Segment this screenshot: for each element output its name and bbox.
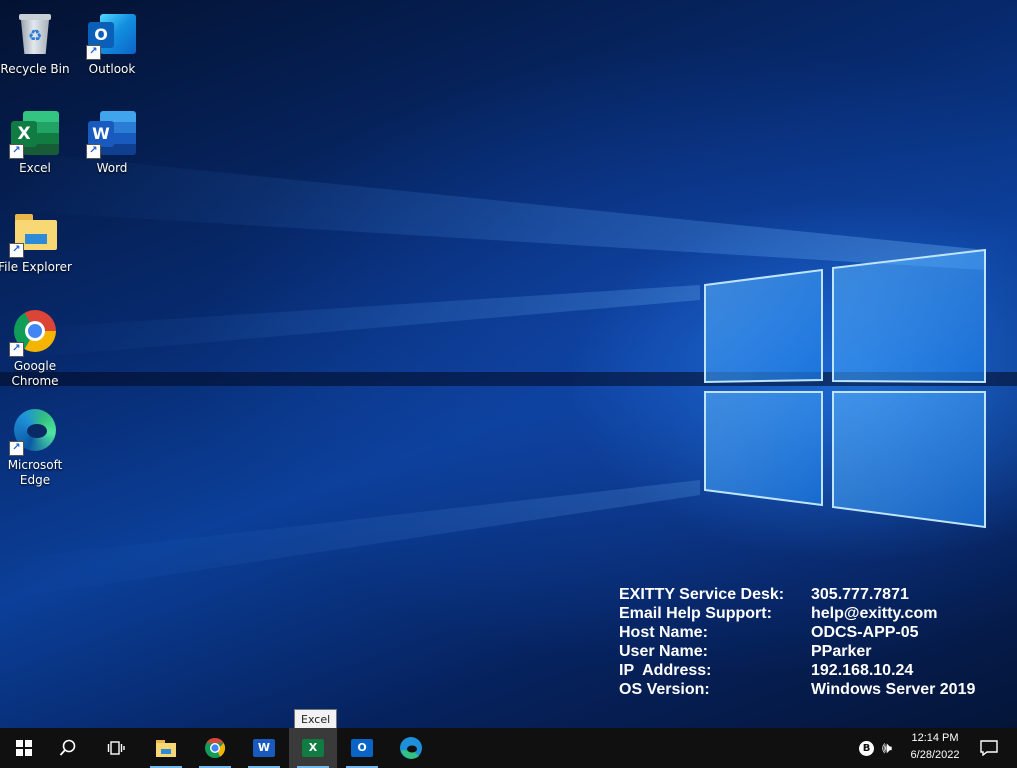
info-label: IP Address:: [619, 662, 712, 679]
start-icon: [16, 740, 32, 756]
task-view-button[interactable]: [92, 728, 140, 768]
taskbar-excel[interactable]: X: [289, 728, 337, 768]
info-row: EXITTY Service Desk: 305.777.7871: [619, 585, 999, 604]
outlook-icon: O: [351, 739, 373, 757]
info-row: OS Version: Windows Server 2019: [619, 680, 999, 699]
info-row: Host Name: ODCS-APP-05: [619, 623, 999, 642]
info-label: EXITTY Service Desk:: [619, 586, 785, 603]
desktop-icon-file-explorer[interactable]: ↗ File Explorer: [0, 200, 73, 290]
shortcut-arrow-icon: ↗: [9, 144, 24, 159]
desktop-background[interactable]: ♻ Recycle Bin O ↗ Outlook X ↗ Excel W ↗ …: [0, 0, 1017, 728]
info-label: Host Name:: [619, 624, 708, 641]
desktop-icon-label: Outlook: [88, 62, 136, 76]
chrome-icon: ↗: [9, 307, 59, 357]
info-row: User Name: PParker: [619, 642, 999, 661]
desktop-icon-label: Google Chrome: [11, 359, 59, 388]
excel-icon: X ↗: [9, 109, 59, 159]
search-icon: [59, 739, 76, 756]
info-value: PParker: [811, 643, 872, 660]
word-icon: W ↗: [86, 109, 136, 159]
desktop-icon-recycle-bin[interactable]: ♻ Recycle Bin: [0, 2, 73, 92]
taskbar-file-explorer[interactable]: [142, 728, 190, 768]
shortcut-arrow-icon: ↗: [9, 243, 24, 258]
recycle-bin-icon: ♻: [11, 10, 59, 58]
bluetooth-icon[interactable]: B: [859, 741, 874, 756]
info-value: Windows Server 2019: [811, 681, 976, 698]
system-info-overlay: EXITTY Service Desk: 305.777.7871 Email H…: [619, 585, 999, 699]
shortcut-arrow-icon: ↗: [9, 342, 24, 357]
task-view-icon: [107, 741, 125, 755]
desktop-icon-word[interactable]: W ↗ Word: [74, 101, 150, 191]
desktop-icon-label: Microsoft Edge: [7, 458, 63, 487]
notification-icon: [980, 740, 998, 756]
taskbar-word[interactable]: W: [240, 728, 288, 768]
desktop-icon-label: File Explorer: [0, 260, 72, 274]
edge-icon: ↗: [9, 406, 59, 456]
desktop-icon-microsoft-edge[interactable]: ↗ Microsoft Edge: [0, 398, 73, 488]
desktop-icon-label: Word: [96, 161, 128, 175]
file-explorer-icon: [156, 740, 176, 757]
clock-time: 12:14 PM: [911, 732, 959, 744]
file-explorer-icon: ↗: [9, 208, 59, 258]
outlook-icon: O ↗: [86, 10, 136, 60]
taskbar-chrome[interactable]: [191, 728, 239, 768]
info-value: 192.168.10.24: [811, 662, 914, 679]
desktop-icon-outlook[interactable]: O ↗ Outlook: [74, 2, 150, 92]
volume-icon[interactable]: 🕪: [882, 736, 892, 760]
desktop-icon-excel[interactable]: X ↗ Excel: [0, 101, 73, 191]
clock-date: 6/28/2022: [910, 749, 960, 761]
info-row: IP Address: 192.168.10.24: [619, 661, 999, 680]
taskbar-clock[interactable]: 12:14 PM 6/28/2022: [896, 730, 974, 764]
shortcut-arrow-icon: ↗: [9, 441, 24, 456]
edge-icon: [400, 737, 422, 759]
info-row: Email Help Support: help@exitty.com: [619, 604, 999, 623]
desktop-icon-label: Excel: [19, 161, 51, 175]
notification-center-button[interactable]: [974, 728, 1004, 768]
start-button[interactable]: [0, 728, 48, 768]
taskbar-tooltip: Excel: [294, 709, 338, 730]
search-button[interactable]: [44, 728, 92, 768]
info-value: 305.777.7871: [811, 586, 909, 603]
info-label: Email Help Support:: [619, 605, 772, 622]
chrome-icon: [205, 737, 226, 758]
info-label: OS Version:: [619, 681, 710, 698]
info-label: User Name:: [619, 643, 708, 660]
info-value: ODCS-APP-05: [811, 624, 919, 641]
desktop-icon-label: Recycle Bin: [0, 62, 70, 76]
excel-icon: X: [302, 739, 324, 757]
word-icon: W: [253, 739, 275, 757]
desktop-icon-google-chrome[interactable]: ↗ Google Chrome: [0, 299, 73, 389]
info-value: help@exitty.com: [811, 605, 938, 622]
shortcut-arrow-icon: ↗: [86, 144, 101, 159]
shortcut-arrow-icon: ↗: [86, 45, 101, 60]
taskbar-edge[interactable]: [387, 728, 435, 768]
taskbar-outlook[interactable]: O: [338, 728, 386, 768]
